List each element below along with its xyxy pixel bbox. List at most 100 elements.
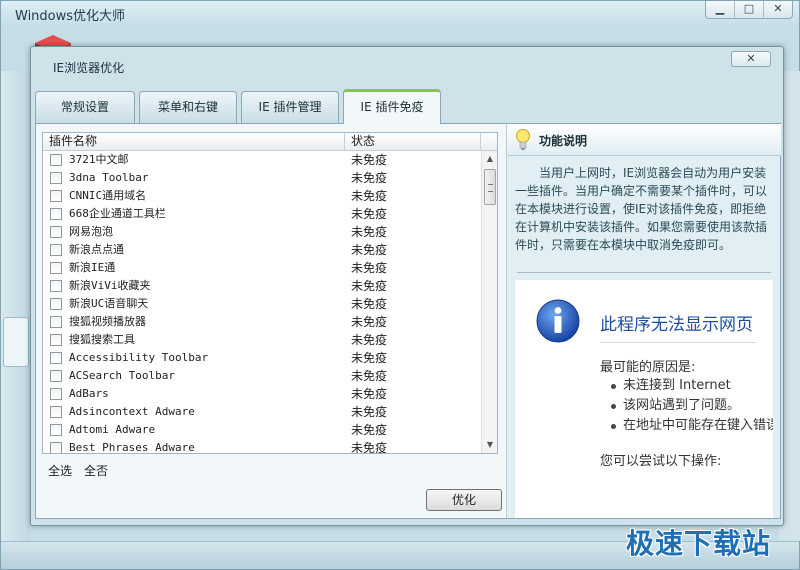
plugin-name: 新浪点点通 (69, 243, 124, 256)
info-divider (517, 272, 771, 273)
select-all-link[interactable]: 全选 (48, 462, 72, 479)
plugin-status: 未免疫 (351, 225, 388, 239)
app-sidebar (1, 71, 31, 541)
tab-bar: 常规设置 菜单和右键 IE 插件管理 IE 插件免疫 (35, 89, 775, 124)
plugin-name: 网易泡泡 (69, 225, 113, 238)
plugin-name: 3721中文邮 (69, 153, 129, 166)
plugin-status: 未免疫 (351, 189, 388, 203)
table-row[interactable]: 网易泡泡 未免疫 (43, 223, 481, 241)
column-header-status[interactable]: 状态 (345, 133, 481, 151)
plugin-status: 未免疫 (351, 333, 388, 347)
plugin-name: 新浪IE通 (69, 261, 116, 274)
tab-plugin-immune[interactable]: IE 插件免疫 (343, 89, 441, 124)
plugin-name: 搜狐搜索工具 (69, 333, 135, 346)
table-row[interactable]: 新浪IE通 未免疫 (43, 259, 481, 277)
minimize-button[interactable]: ▁ (706, 1, 734, 18)
plugin-checkbox[interactable] (50, 280, 62, 292)
scroll-thumb[interactable] (484, 169, 496, 205)
ie-error-title: 此程序无法显示网页 (600, 315, 753, 335)
table-row[interactable]: CNNIC通用域名 未免疫 (43, 187, 481, 205)
table-row[interactable]: 新浪ViVi收藏夹 未免疫 (43, 277, 481, 295)
table-row[interactable]: Adtomi Adware 未免疫 (43, 421, 481, 439)
plugin-status: 未免疫 (351, 207, 388, 221)
table-row[interactable]: Best Phrases Adware 未免疫 (43, 439, 481, 454)
tab-general[interactable]: 常规设置 (35, 91, 135, 123)
optimize-button[interactable]: 优化 (426, 489, 502, 511)
plugin-checkbox[interactable] (50, 226, 62, 238)
tab-menu-context[interactable]: 菜单和右键 (139, 91, 237, 123)
plugin-checkbox[interactable] (50, 370, 62, 382)
plugin-name: AdBars (69, 387, 109, 400)
plugin-checkbox[interactable] (50, 388, 62, 400)
plugin-checkbox[interactable] (50, 406, 62, 418)
ie-error-reasons: 未连接到 Internet 该网站遇到了问题。 在地址中可能存在键入错误。 (611, 376, 773, 436)
plugin-checkbox[interactable] (50, 298, 62, 310)
column-header-name[interactable]: 插件名称 (43, 133, 345, 151)
plugin-checkbox[interactable] (50, 262, 62, 274)
table-row[interactable]: 3721中文邮 未免疫 (43, 151, 481, 169)
plugin-checkbox[interactable] (50, 172, 62, 184)
scroll-up-icon[interactable]: ▲ (482, 151, 497, 167)
plugin-status: 未免疫 (351, 315, 388, 329)
watermark: 极速下载站 (626, 527, 772, 560)
plugin-checkbox[interactable] (50, 442, 62, 453)
scroll-down-icon[interactable]: ▼ (482, 437, 497, 453)
list-header: 插件名称 状态 (43, 133, 497, 151)
ie-error-try: 您可以尝试以下操作: (600, 454, 722, 469)
plugin-checkbox[interactable] (50, 334, 62, 346)
plugin-name: CNNIC通用域名 (69, 189, 147, 202)
plugin-checkbox[interactable] (50, 244, 62, 256)
plugin-name: Adtomi Adware (69, 423, 156, 436)
table-row[interactable]: 668企业通道工具栏 未免疫 (43, 205, 481, 223)
dialog-title: IE浏览器优化 (53, 61, 125, 75)
info-title: 功能说明 (539, 134, 588, 148)
info-header: 功能说明 (507, 124, 781, 156)
plugin-checkbox[interactable] (50, 154, 62, 166)
plugin-name: Best Phrases Adware (69, 441, 195, 454)
ie-error-page: 此程序无法显示网页 最可能的原因是: 未连接到 Internet 该网站遇到了问… (515, 280, 773, 518)
table-row[interactable]: ACSearch Toolbar 未免疫 (43, 367, 481, 385)
dialog-close-button[interactable]: ✕ (731, 51, 771, 67)
plugin-name: 新浪UC语音聊天 (69, 297, 149, 310)
plugin-list: 插件名称 状态 3721中文邮 未免疫 3dna Toolbar 未免疫 CNNIC通用… (42, 132, 498, 454)
ie-optimize-dialog: IE浏览器优化 ✕ 常规设置 菜单和右键 IE 插件管理 IE 插件免疫 插件名… (30, 46, 784, 526)
list-item: 未连接到 Internet (611, 376, 773, 396)
table-row[interactable]: 新浪点点通 未免疫 (43, 241, 481, 259)
sidebar-tab[interactable] (3, 317, 29, 367)
plugin-status: 未免疫 (351, 297, 388, 311)
plugin-status: 未免疫 (351, 423, 388, 437)
maximize-button[interactable]: □ (734, 1, 763, 18)
plugin-name: 668企业通道工具栏 (69, 207, 166, 220)
table-row[interactable]: 搜狐视频播放器 未免疫 (43, 313, 481, 331)
plugin-status: 未免疫 (351, 243, 388, 257)
plugin-name: 新浪ViVi收藏夹 (69, 279, 151, 292)
info-description: 当用户上网时，IE浏览器会自动为用户安装一些插件。当用户确定不需要某个插件时，可… (515, 166, 768, 252)
plugin-name: Accessibility Toolbar (69, 351, 209, 364)
plugin-checkbox[interactable] (50, 424, 62, 436)
plugin-checkbox[interactable] (50, 208, 62, 220)
plugin-checkbox[interactable] (50, 190, 62, 202)
table-row[interactable]: Accessibility Toolbar 未免疫 (43, 349, 481, 367)
list-item: 该网站遇到了问题。 (611, 396, 773, 416)
plugin-status: 未免疫 (351, 351, 388, 365)
table-row[interactable]: AdBars 未免疫 (43, 385, 481, 403)
table-row[interactable]: 新浪UC语音聊天 未免疫 (43, 295, 481, 313)
close-button[interactable]: ✕ (763, 1, 792, 18)
plugin-name: ACSearch Toolbar (69, 369, 175, 382)
tab-plugin-manage[interactable]: IE 插件管理 (241, 91, 339, 123)
table-row[interactable]: 3dna Toolbar 未免疫 (43, 169, 481, 187)
table-row[interactable]: Adsincontext Adware 未免疫 (43, 403, 481, 421)
list-rows: 3721中文邮 未免疫 3dna Toolbar 未免疫 CNNIC通用域名 未免疫 668… (43, 151, 481, 454)
list-scrollbar[interactable]: ▲ ▼ (481, 151, 497, 453)
plugin-status: 未免疫 (351, 387, 388, 401)
ie-error-divider (600, 342, 756, 343)
plugin-status: 未免疫 (351, 171, 388, 185)
deselect-all-link[interactable]: 全否 (84, 462, 108, 479)
plugin-status: 未免疫 (351, 441, 388, 454)
info-icon (536, 299, 580, 343)
tab-panel: 插件名称 状态 3721中文邮 未免疫 3dna Toolbar 未免疫 CNNIC通用… (35, 123, 781, 519)
plugin-checkbox[interactable] (50, 352, 62, 364)
table-row[interactable]: 搜狐搜索工具 未免疫 (43, 331, 481, 349)
plugin-checkbox[interactable] (50, 316, 62, 328)
plugin-status: 未免疫 (351, 279, 388, 293)
